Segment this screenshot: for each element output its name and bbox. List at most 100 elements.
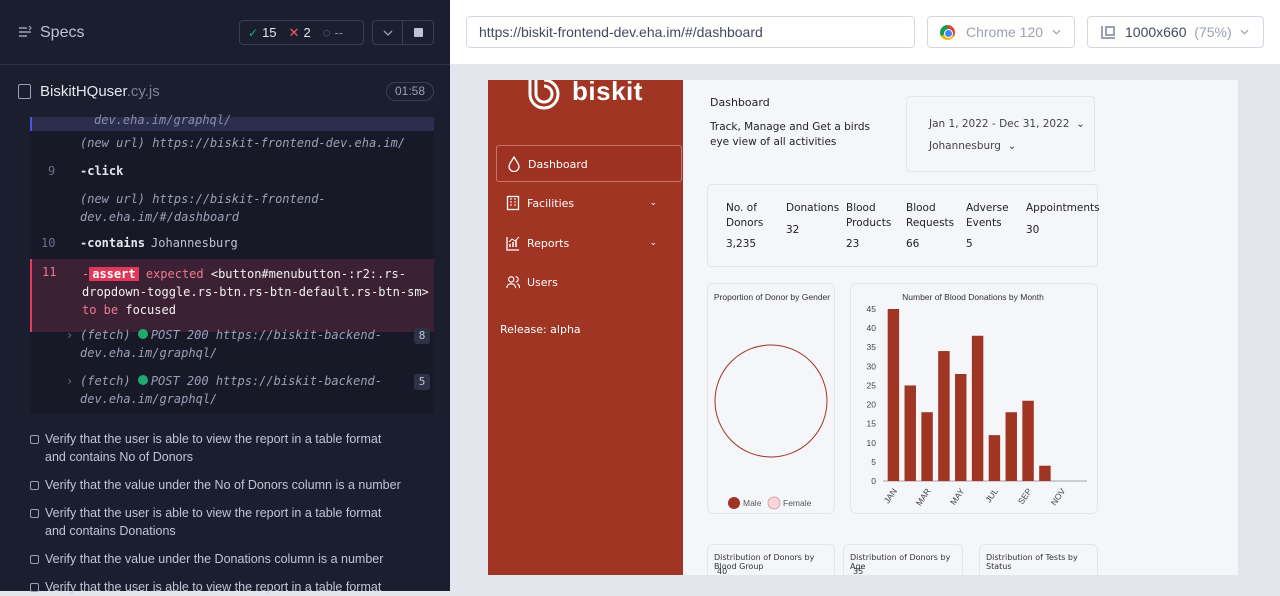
chart-icon xyxy=(506,236,520,251)
filter-card: Jan 1, 2022 - Dec 31, 2022 ⌄ Johannesbur… xyxy=(906,96,1095,172)
y-tick-label: 5 xyxy=(871,457,876,467)
bar-jul xyxy=(988,435,1001,481)
sidebar-item-reports[interactable]: Reports ⌄ xyxy=(496,225,682,262)
chevron-down-icon: ⌄ xyxy=(1007,140,1017,152)
y-tick-label: 40 xyxy=(867,323,877,333)
assertion-text: - assert expected <button#menubutton-:r2:… xyxy=(82,267,429,317)
command-log-row[interactable]: (new url) https://biskit-frontend-dev.eh… xyxy=(80,136,405,150)
sidebar-item-dashboard[interactable]: Dashboard xyxy=(496,145,682,182)
card-tick: 40 xyxy=(717,567,728,575)
legend-male: Male xyxy=(743,498,762,508)
specs-title[interactable]: Specs xyxy=(40,24,84,42)
bar-jan xyxy=(887,309,900,481)
card-title: Distribution of Tests by Status xyxy=(986,553,1078,571)
aut-toolbar: https://biskit-frontend-dev.eha.im/#/das… xyxy=(450,0,1280,64)
pie-title: Proportion of Donor by Gender xyxy=(714,292,830,302)
command-log-row[interactable]: -click xyxy=(80,164,123,178)
gender-pie xyxy=(714,344,828,458)
summary-stats-card: No. of Donors 3,235 Donations 32 Blood Produ… xyxy=(707,184,1100,267)
x-tick-label: JUL xyxy=(983,486,1000,504)
line-number: 10 xyxy=(41,236,56,250)
test-status-icon xyxy=(30,481,39,490)
x-tick-label: MAY xyxy=(948,486,967,507)
chevron-down-icon: ⌄ xyxy=(1076,118,1085,130)
specs-header: Specs ✓ 15 ✕ 2 ◌ -- xyxy=(0,0,450,65)
test-stats: ✓ 15 ✕ 2 ◌ -- xyxy=(239,20,364,45)
command-log-row[interactable]: dev.eha.im/graphql/ xyxy=(30,113,434,131)
legend-female: Female xyxy=(783,498,812,508)
viewport-icon xyxy=(1101,26,1115,39)
sidebar: biskit Dashboard Facilities ⌄ Reports ⌄ … xyxy=(488,80,683,575)
expand-caret-icon[interactable]: › xyxy=(66,328,73,342)
card-title: Distribution of Donors by Age xyxy=(850,553,951,571)
y-tick-label: 35 xyxy=(867,342,877,352)
sidebar-item-users[interactable]: Users xyxy=(496,264,682,301)
y-tick-label: 20 xyxy=(867,400,877,410)
url-bar[interactable]: https://biskit-frontend-dev.eha.im/#/das… xyxy=(466,16,915,48)
status-dot-icon xyxy=(137,329,148,339)
line-number: 9 xyxy=(48,164,56,178)
sidebar-item-facilities[interactable]: Facilities ⌄ xyxy=(496,185,682,222)
bar-oct xyxy=(1039,465,1051,481)
fetch-log-row[interactable]: (fetch) POST 200 https://biskit-backend-… xyxy=(80,372,420,408)
dropdown-chevron-button[interactable] xyxy=(373,21,404,44)
y-tick-label: 45 xyxy=(867,304,877,314)
request-count-badge: 5 xyxy=(414,374,430,390)
stat-donors: No. of Donors 3,235 xyxy=(726,202,764,250)
document-icon xyxy=(18,84,31,99)
bar-jun xyxy=(971,335,984,481)
viewport-selector[interactable]: 1000x660 (75%) xyxy=(1087,16,1264,48)
stat-blood-products: Blood Products 23 xyxy=(846,202,892,250)
expand-caret-icon[interactable]: › xyxy=(66,374,73,388)
app-under-test-area: https://biskit-frontend-dev.eha.im/#/das… xyxy=(450,0,1280,591)
card-title: Distribution of Donors by Blood Group xyxy=(714,553,815,571)
passed-count: 15 xyxy=(262,25,277,40)
bar-may xyxy=(955,373,967,481)
request-count-badge: 8 xyxy=(414,328,430,344)
spec-file-name[interactable]: BiskitHQuser.cy.js xyxy=(40,83,160,100)
legend-female-swatch xyxy=(767,496,781,510)
pending-count: -- xyxy=(334,25,344,40)
command-log-row[interactable]: (new url) https://biskit-frontend- xyxy=(80,192,326,206)
release-label: Release: alpha xyxy=(500,323,581,336)
bar-aug xyxy=(1005,412,1017,481)
chevron-down-icon: ⌄ xyxy=(649,198,657,208)
biskit-logo-icon xyxy=(528,80,560,110)
command-log: dev.eha.im/graphql/ (new url) https://bi… xyxy=(30,113,434,413)
building-icon xyxy=(506,195,520,211)
legend-male-swatch xyxy=(728,497,740,509)
specs-menu-icon[interactable] xyxy=(18,25,32,39)
test-status-icon xyxy=(30,435,39,444)
card-tick: 35 xyxy=(853,567,864,575)
stat-blood-requests: Blood Requests 66 xyxy=(906,202,955,250)
y-tick-label: 30 xyxy=(867,361,877,371)
users-icon xyxy=(506,276,520,289)
biskit-app: biskit Dashboard Facilities ⌄ Reports ⌄ … xyxy=(488,80,1238,575)
pending-spinner-icon: ◌ xyxy=(322,25,331,40)
chevron-down-icon xyxy=(1240,29,1249,35)
donations-bar-card: Number of Blood Donations by Month 0 5 10 1… xyxy=(850,283,1098,514)
chart-title: Number of Blood Donations by Month xyxy=(902,292,1044,302)
command-log-row[interactable]: -contains Johannesburg xyxy=(80,236,238,250)
stat-adverse-events: Adverse Events 5 xyxy=(966,202,1009,250)
dashboard-main: Dashboard Track, Manage and Get a birds … xyxy=(683,80,1238,575)
donations-bar-chart: Number of Blood Donations by Month 0 5 10 1… xyxy=(867,292,1087,508)
stat-donations: Donations 32 xyxy=(786,202,840,236)
y-tick-label: 25 xyxy=(867,380,877,390)
chevron-down-icon: ⌄ xyxy=(649,238,657,248)
city-dropdown[interactable]: Johannesburg ⌄ xyxy=(929,140,1016,152)
runner-controls xyxy=(372,20,434,45)
blood-group-card: Distribution of Donors by Blood Group 40 xyxy=(707,544,835,575)
stop-button[interactable] xyxy=(403,21,433,44)
date-range-dropdown[interactable]: Jan 1, 2022 - Dec 31, 2022 ⌄ xyxy=(929,118,1085,130)
test-status-icon xyxy=(30,509,39,518)
command-log-row-cont: dev.eha.im/#/dashboard xyxy=(80,210,239,224)
chevron-down-icon xyxy=(383,30,392,36)
passed-check-icon: ✓ xyxy=(248,25,259,40)
browser-selector[interactable]: Chrome 120 xyxy=(927,16,1075,48)
bar-mar xyxy=(921,412,933,481)
failed-assertion-row[interactable]: 11 - assert expected <button#menubutton-:… xyxy=(30,259,434,332)
fetch-log-row[interactable]: (fetch) POST 200 https://biskit-backend-… xyxy=(80,326,420,362)
failed-count: 2 xyxy=(303,25,311,40)
assert-badge: assert xyxy=(89,267,139,281)
